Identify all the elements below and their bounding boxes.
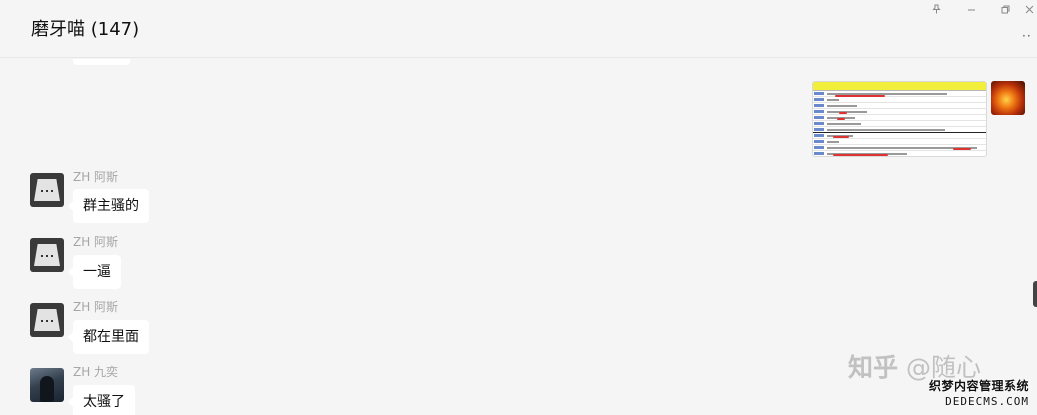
sender-avatar[interactable] (30, 238, 64, 272)
sender-name: ZH 九奕 (73, 365, 119, 379)
more-dots-icon[interactable]: ·· (1022, 29, 1037, 43)
sender-avatar[interactable] (30, 303, 64, 337)
pin-icon[interactable] (921, 0, 951, 18)
message-bubble[interactable]: 太骚了 (68, 385, 135, 415)
sender-name: ZH 阿斯 (73, 235, 119, 249)
dedecms-url: DEDECMS.COM (945, 395, 1029, 408)
self-avatar[interactable] (991, 81, 1025, 115)
sender-avatar[interactable] (30, 173, 64, 207)
sender-name: ZH 阿斯 (73, 300, 119, 314)
message-bubble[interactable]: 一逼 (68, 255, 121, 289)
chat-title: 磨牙喵 (147) (31, 19, 140, 40)
message-bubble[interactable]: 群主骚的 (68, 189, 149, 223)
minimize-icon[interactable] (956, 0, 986, 18)
chat-header: 磨牙喵 (147) ·· (0, 0, 1037, 58)
image-thumbnail-header (813, 82, 986, 91)
sender-avatar[interactable] (30, 368, 64, 402)
message-bubble[interactable]: 都在里面 (68, 320, 149, 354)
zhihu-logo: 知乎 (848, 353, 899, 382)
sender-name: ZH 阿斯 (73, 170, 119, 184)
dedecms-name: 织梦内容管理系统 (928, 379, 1029, 393)
previous-message-bubble (73, 59, 130, 65)
scroll-handle[interactable] (1033, 281, 1037, 307)
close-icon[interactable] (1014, 0, 1037, 18)
dedecms-watermark: 织梦内容管理系统 DEDECMS.COM (927, 378, 1029, 410)
image-message[interactable] (812, 81, 987, 157)
